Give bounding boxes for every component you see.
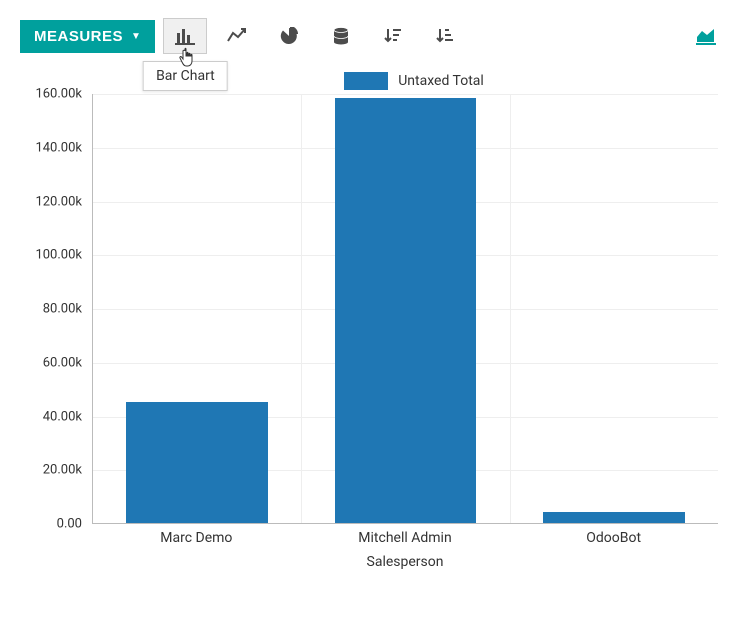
sort-asc-icon <box>436 27 454 45</box>
y-tick-label: 20.00k <box>20 463 82 478</box>
y-tick-label: 160.00k <box>20 87 82 102</box>
caret-down-icon: ▼ <box>131 31 141 42</box>
sort-desc-button[interactable] <box>371 18 415 54</box>
tooltip-bar-chart: Bar Chart <box>143 61 228 91</box>
bar[interactable] <box>335 98 477 523</box>
area-chart-button[interactable] <box>684 18 728 54</box>
bar-chart-icon <box>175 27 195 45</box>
pie-chart-icon <box>280 27 298 45</box>
x-tick-label: OdooBot <box>509 530 718 546</box>
y-tick-label: 120.00k <box>20 194 82 209</box>
y-tick-label: 80.00k <box>20 302 82 317</box>
sort-desc-icon <box>384 27 402 45</box>
y-tick-label: 40.00k <box>20 409 82 424</box>
y-tick-label: 60.00k <box>20 355 82 370</box>
stacked-button[interactable] <box>319 18 363 54</box>
x-tick-label: Mitchell Admin <box>301 530 510 546</box>
measures-button[interactable]: MEASURES ▼ <box>20 20 155 53</box>
area-chart-icon <box>696 27 716 45</box>
chart-area: 0.00 20.00k 40.00k 60.00k 80.00k 100.00k 120.0… <box>20 94 728 574</box>
y-axis: 0.0020.00k40.00k60.00k80.00k100.00k120.0… <box>20 94 90 524</box>
line-chart-button[interactable] <box>215 18 259 54</box>
line-chart-icon <box>227 27 247 45</box>
measures-label: MEASURES <box>34 28 123 45</box>
toolbar: MEASURES ▼ Bar Chart <box>0 0 748 64</box>
pie-chart-button[interactable] <box>267 18 311 54</box>
x-tick-label: Marc Demo <box>92 530 301 546</box>
legend-swatch <box>344 72 388 90</box>
legend-label: Untaxed Total <box>398 73 484 89</box>
database-icon <box>332 27 350 45</box>
plot-area <box>92 94 718 524</box>
x-axis-labels: Marc DemoMitchell AdminOdooBot <box>92 530 718 546</box>
y-tick-label: 0.00 <box>20 517 82 532</box>
sort-asc-button[interactable] <box>423 18 467 54</box>
bar[interactable] <box>543 512 685 523</box>
y-tick-label: 140.00k <box>20 140 82 155</box>
bar[interactable] <box>126 402 268 523</box>
x-axis-title: Salesperson <box>92 554 718 570</box>
y-tick-label: 100.00k <box>20 248 82 263</box>
bar-chart-button[interactable]: Bar Chart <box>163 18 207 54</box>
